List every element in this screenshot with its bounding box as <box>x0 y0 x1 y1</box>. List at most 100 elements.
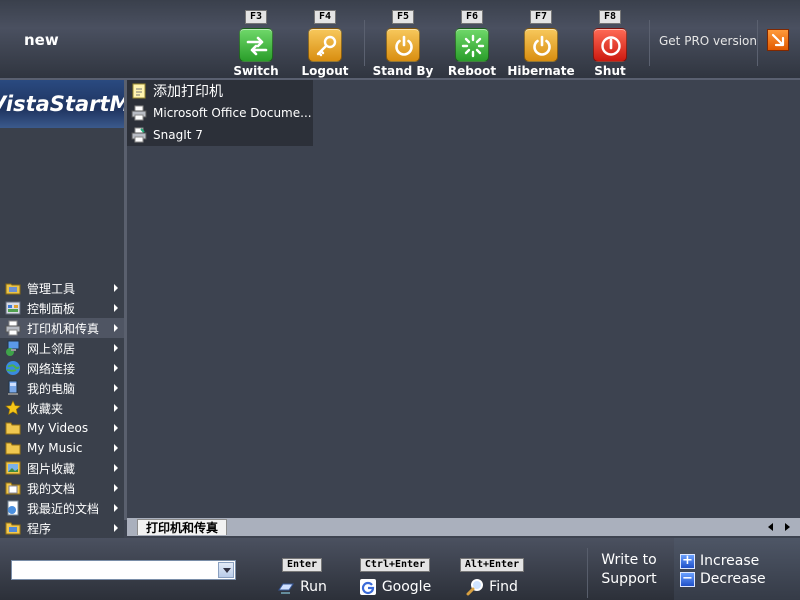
hibernate-button[interactable]: F7 Hibernate <box>505 4 577 80</box>
submenu-arrow-icon <box>114 304 118 312</box>
switch-user-icon <box>239 28 273 62</box>
menu-item-network-connections[interactable]: 网络连接 <box>0 358 124 378</box>
submenu-item-office-document-printer[interactable]: Microsoft Office Docume... <box>127 102 313 124</box>
stand-by-key: F5 <box>391 10 415 24</box>
hibernate-power-icon <box>524 28 558 62</box>
menu-item-my-videos[interactable]: My Videos <box>0 418 124 438</box>
menu-item-admin-tools[interactable]: 管理工具 <box>0 278 124 298</box>
recent-documents-icon <box>7 500 19 516</box>
reboot-button[interactable]: F6 Reboot <box>436 4 508 80</box>
plus-icon: + <box>680 553 695 569</box>
increase-button[interactable]: + Increase <box>680 553 759 569</box>
bottom-separator <box>587 548 588 598</box>
reboot-label: Reboot <box>447 64 497 78</box>
run-dropdown-chevron-down-icon[interactable] <box>218 562 234 578</box>
google-key: Ctrl+Enter <box>359 558 431 572</box>
submenu-arrow-icon <box>114 324 118 332</box>
menu-item-my-documents[interactable]: 我的文档 <box>0 478 124 498</box>
minus-icon: − <box>680 571 695 587</box>
run-icon <box>278 583 294 594</box>
submenu-arrow-icon <box>114 364 118 372</box>
top-separator <box>649 20 650 66</box>
key-icon <box>308 28 342 62</box>
menu-item-network-places[interactable]: 网上邻居 <box>0 338 124 358</box>
switch-user-button[interactable]: F3 Switch User <box>220 4 292 80</box>
submenu-arrow-icon <box>114 504 118 512</box>
hibernate-label: Hibernate <box>507 64 575 78</box>
submenu-item-snagit[interactable]: SnagIt 7 <box>127 124 313 146</box>
breadcrumb-forward-icon[interactable] <box>785 523 790 531</box>
run-key: Enter <box>281 558 323 572</box>
my-computer-icon <box>8 380 18 395</box>
zoom-controls: + Increase − Decrease <box>674 538 800 600</box>
submenu-arrow-icon <box>114 284 118 292</box>
submenu-arrow-icon <box>114 344 118 352</box>
find-key: Alt+Enter <box>459 558 525 572</box>
printer-icon <box>5 320 21 336</box>
printer-icon <box>131 127 147 143</box>
bottom-bar: Enter Run Ctrl+Enter Google Alt+Enter Fi… <box>0 538 800 600</box>
programs-icon <box>5 522 21 535</box>
submenu-arrow-icon <box>114 484 118 492</box>
add-printer-icon <box>132 83 146 99</box>
menu-item-printers-faxes[interactable]: 打印机和传真 <box>0 318 124 338</box>
breadcrumb: 打印机和传真 <box>127 518 800 536</box>
network-connections-icon <box>6 361 20 375</box>
control-panel-icon <box>5 301 21 315</box>
switch-user-label: Switch User <box>233 64 279 80</box>
reboot-key: F6 <box>460 10 484 24</box>
logout-key: F4 <box>313 10 337 24</box>
network-places-icon <box>6 340 20 356</box>
logout-label: Logout <box>301 64 349 78</box>
submenu-arrow-icon <box>114 444 118 452</box>
power-icon <box>386 28 420 62</box>
menu-item-recent-documents[interactable]: 我最近的文档 <box>0 498 124 518</box>
left-menu-list: 管理工具 控制面板 打印机和传真 网上邻居 网络连接 我的电脑 收藏夹 My V… <box>0 278 124 538</box>
menu-item-my-pictures[interactable]: 图片收藏 <box>0 458 124 478</box>
submenu-item-add-printer[interactable]: 添加打印机 <box>127 80 313 102</box>
folder-icon <box>5 422 21 435</box>
top-separator <box>757 20 758 66</box>
hibernate-key: F7 <box>529 10 553 24</box>
top-separator <box>364 20 365 66</box>
find-button[interactable]: Alt+Enter Find <box>452 552 532 596</box>
shut-down-key: F8 <box>598 10 622 24</box>
stand-by-button[interactable]: F5 Stand By <box>367 4 439 80</box>
menu-item-my-computer[interactable]: 我的电脑 <box>0 378 124 398</box>
reboot-icon <box>455 28 489 62</box>
shut-down-button[interactable]: F8 Shut Down <box>574 4 646 80</box>
google-button[interactable]: Ctrl+Enter Google <box>353 552 437 596</box>
documents-icon <box>5 482 21 495</box>
submenu-arrow-icon <box>114 384 118 392</box>
breadcrumb-back-icon[interactable] <box>768 523 773 531</box>
submenu-arrow-icon <box>114 464 118 472</box>
run-input[interactable] <box>11 560 236 580</box>
submenu-arrow-icon <box>114 524 118 532</box>
search-icon <box>466 579 484 596</box>
menu-item-control-panel[interactable]: 控制面板 <box>0 298 124 318</box>
write-to-support-link[interactable]: Write to Support <box>598 551 660 589</box>
app-logo: VistaStartMenu <box>0 80 124 128</box>
printer-icon <box>131 105 147 121</box>
star-icon <box>5 400 21 416</box>
logout-button[interactable]: F4 Logout <box>289 4 361 80</box>
left-menu-panel: VistaStartMenu 管理工具 控制面板 打印机和传真 网上邻居 <box>0 80 124 540</box>
submenu-arrow-icon <box>114 404 118 412</box>
get-pro-arrow-icon[interactable] <box>767 29 789 51</box>
menu-item-my-music[interactable]: My Music <box>0 438 124 458</box>
submenu-arrow-icon <box>114 424 118 432</box>
menu-item-favorites[interactable]: 收藏夹 <box>0 398 124 418</box>
pictures-icon <box>5 461 21 475</box>
google-icon <box>359 579 376 595</box>
breadcrumb-tab[interactable]: 打印机和传真 <box>137 519 228 535</box>
menu-item-programs[interactable]: 程序 <box>0 518 124 538</box>
decrease-button[interactable]: − Decrease <box>680 571 766 587</box>
username-label: new <box>24 31 59 49</box>
get-pro-link[interactable]: Get PRO version <box>659 34 757 48</box>
printers-submenu: 添加打印机 Microsoft Office Docume... SnagIt … <box>127 80 313 146</box>
admin-tools-icon <box>5 283 21 295</box>
top-power-bar: new F3 Switch User F4 Logout F5 Stand By… <box>0 0 800 80</box>
switch-user-key: F3 <box>244 10 268 24</box>
shut-down-label: Shut Down <box>591 64 629 80</box>
run-button[interactable]: Enter Run <box>262 552 342 596</box>
